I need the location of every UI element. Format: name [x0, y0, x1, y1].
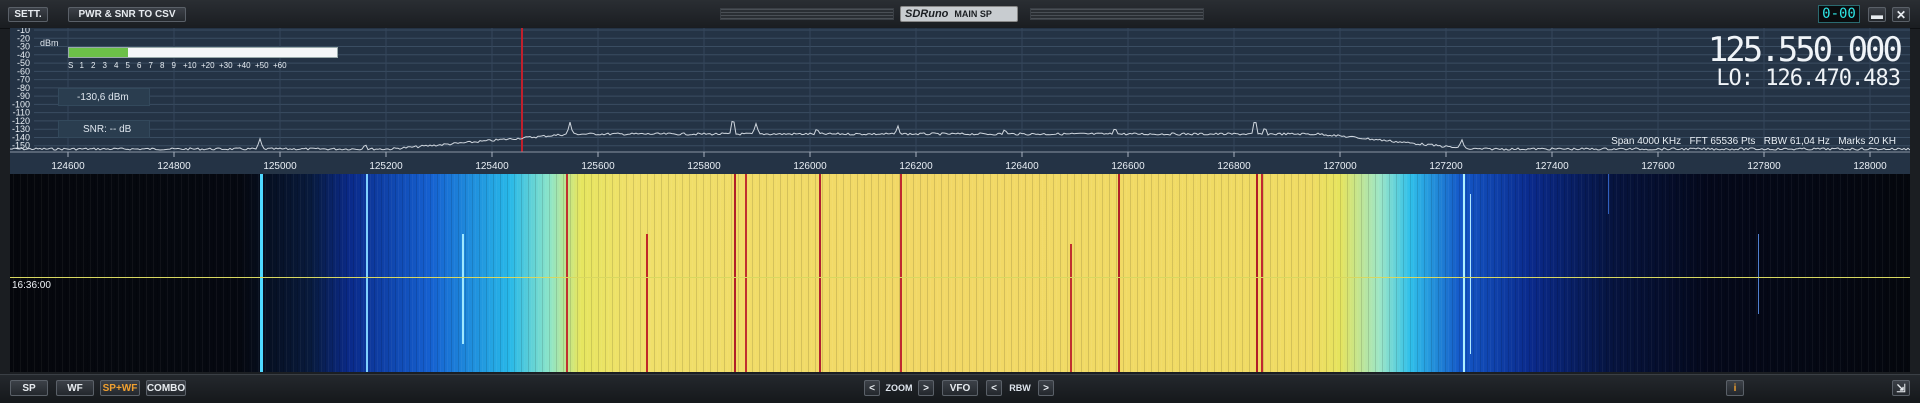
settings-button[interactable]: SETT. — [8, 7, 48, 22]
s-meter — [68, 47, 338, 58]
waterfall-timestamp: 16:36:00 — [12, 280, 51, 291]
spectrum-info: Span 4000 KHz FFT 65536 Pts RBW 61,04 Hz… — [1611, 136, 1896, 147]
pwr-snr-csv-button[interactable]: PWR & SNR TO CSV — [68, 7, 186, 22]
close-button[interactable]: ✕ — [1892, 7, 1910, 22]
zoom-out-button[interactable]: < — [864, 380, 880, 396]
waterfall-signal-line — [1608, 174, 1609, 214]
s-meter-label: 1 — [79, 61, 84, 70]
freq-tick-label: 126000 — [793, 161, 827, 172]
waterfall-signal-line — [1256, 174, 1258, 372]
s-meter-label: 5 — [125, 61, 130, 70]
freq-tick-label: 127800 — [1747, 161, 1781, 172]
waterfall-signal-line — [566, 174, 568, 372]
zoom-in-button[interactable]: > — [918, 380, 934, 396]
freq-tick-label: 125200 — [369, 161, 403, 172]
s-meter-label: +30 — [219, 61, 233, 70]
freq-tick-label: 127000 — [1323, 161, 1357, 172]
snr-readout: SNR: -- dB — [58, 120, 150, 138]
rbw-label: RBW — [1009, 383, 1031, 393]
waterfall-signal-line — [1463, 174, 1465, 372]
s-meter-label: +10 — [183, 61, 197, 70]
freq-tick-label: 127400 — [1535, 161, 1569, 172]
waterfall-signal-line — [462, 234, 464, 344]
s-meter-label: 7 — [148, 61, 153, 70]
window-drag-grip-right[interactable] — [1030, 8, 1204, 20]
waterfall-panel[interactable]: 16:36:00 — [10, 174, 1910, 372]
panel-name: MAIN SP — [954, 9, 992, 19]
zoom-label: ZOOM — [885, 383, 913, 393]
minimize-icon: ▬ — [1871, 7, 1883, 22]
waterfall-signal-line — [1070, 244, 1072, 372]
rbw-increase-button[interactable]: > — [1038, 380, 1054, 396]
s-meter-label: 3 — [102, 61, 107, 70]
s-meter-label: +20 — [201, 61, 215, 70]
waterfall-signal-line — [1118, 174, 1120, 372]
frequency-display[interactable]: 125.550.000 — [1708, 30, 1903, 70]
db-tick-label: -150 — [12, 141, 30, 151]
wf-mode-button[interactable]: WF — [56, 380, 94, 396]
freq-tick-label: 125600 — [581, 161, 615, 172]
waterfall-signal-line — [734, 174, 736, 372]
freq-tick-label: 127200 — [1429, 161, 1463, 172]
resize-grip-icon: ⇲ — [1896, 382, 1906, 395]
freq-tick-label: 126600 — [1111, 161, 1145, 172]
freq-axis: 124600 124800 125000 125200 125400 125600 1258… — [51, 152, 1887, 172]
freq-tick-label: 127600 — [1641, 161, 1675, 172]
minimize-button[interactable]: ▬ — [1868, 7, 1886, 22]
combo-mode-button[interactable]: COMBO — [146, 380, 186, 396]
freq-tick-label: 124800 — [157, 161, 191, 172]
waterfall-signal-line — [1261, 174, 1263, 372]
s-meter-label: 9 — [171, 61, 176, 70]
lo-frequency-display[interactable]: LO: 126.470.483 — [1716, 66, 1901, 91]
s-meter-label: +40 — [237, 61, 251, 70]
info-button[interactable]: i — [1726, 380, 1744, 396]
s-meter-label: 8 — [160, 61, 165, 70]
power-readout: -130,6 dBm — [58, 88, 150, 106]
s-meter-label: +60 — [273, 61, 287, 70]
vfo-button[interactable]: VFO — [942, 380, 978, 396]
freq-tick-label: 126800 — [1217, 161, 1251, 172]
freq-tick-label: 126400 — [1005, 161, 1039, 172]
waterfall-noise — [10, 174, 1910, 372]
waterfall-signal-line — [745, 174, 747, 372]
dbm-unit-label: dBm — [40, 38, 59, 48]
s-meter-label: 4 — [114, 61, 119, 70]
s-meter-fill — [69, 48, 128, 57]
waterfall-signal-line — [646, 234, 648, 372]
db-axis-labels: -10-20-30-40-50-60-70-80-90-100-110-120-… — [12, 28, 30, 151]
app-logo: SDRuno MAIN SP — [900, 6, 1018, 22]
s-meter-label: 2 — [91, 61, 96, 70]
spectrum-panel[interactable]: -10 -20 -30 -40 -50 -60 -70 -80 -90 -100 -110 -120-… — [10, 28, 1910, 174]
freq-tick-label: 125400 — [475, 161, 509, 172]
sp-mode-button[interactable]: SP — [10, 380, 48, 396]
resize-button[interactable]: ⇲ — [1892, 380, 1910, 396]
rbw-decrease-button[interactable]: < — [986, 380, 1002, 396]
bottom-toolbar: SP WF SP+WF COMBO < ZOOM > VFO < RBW > i… — [0, 374, 1920, 403]
waterfall-signal-line — [1470, 194, 1471, 354]
freq-tick-label: 125800 — [687, 161, 721, 172]
freq-tick-label: 128000 — [1853, 161, 1887, 172]
sp-wf-mode-button[interactable]: SP+WF — [100, 380, 140, 396]
waterfall-signal-line — [1758, 234, 1759, 314]
info-icon: i — [1733, 382, 1737, 394]
s-meter-label: +50 — [255, 61, 269, 70]
freq-tick-label: 125000 — [263, 161, 297, 172]
title-bar: SETT. PWR & SNR TO CSV SDRuno MAIN SP 0-… — [0, 0, 1920, 29]
s-meter-label: S — [68, 61, 74, 70]
app-name: SDRuno — [905, 8, 949, 20]
waterfall-signal-line — [366, 174, 368, 372]
s-meter-label: 6 — [137, 61, 142, 70]
s-meter-scale: S 1 2 3 4 5 6 7 8 9 +10 +20 +30 +40 +50 +60 — [68, 61, 348, 71]
window-drag-grip-left[interactable] — [720, 8, 894, 20]
waterfall-signal-line — [819, 174, 821, 372]
close-icon: ✕ — [1895, 7, 1907, 22]
freq-tick-label: 124600 — [51, 161, 85, 172]
clock-display: 0-00 — [1818, 5, 1860, 23]
freq-tick-label: 126200 — [899, 161, 933, 172]
waterfall-signal-line — [260, 174, 263, 372]
waterfall-signal-line — [900, 174, 902, 372]
waterfall-time-marker — [10, 277, 1910, 278]
